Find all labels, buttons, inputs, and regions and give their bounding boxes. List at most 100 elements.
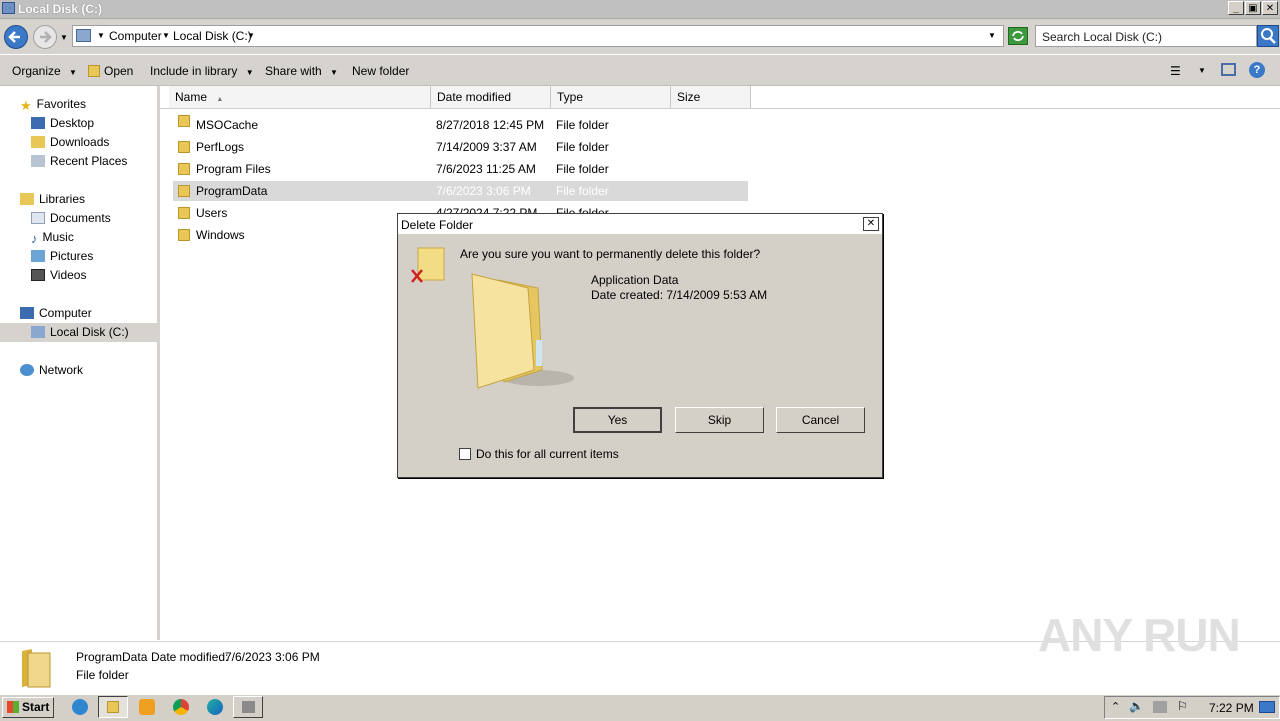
start-label: Start (22, 700, 50, 714)
folder-icon (178, 185, 190, 197)
cancel-button[interactable]: Cancel (776, 407, 865, 433)
nav-recent-places-label: Recent Places (50, 154, 128, 168)
close-button[interactable]: ✕ (1262, 1, 1278, 15)
forward-arrow-icon (40, 31, 52, 43)
column-size[interactable]: Size (671, 86, 751, 108)
column-header-row: Name ▲ Date modified Type Size (160, 86, 1280, 109)
nav-documents-label: Documents (50, 211, 111, 225)
organize-label: Organize (12, 64, 61, 78)
file-row[interactable]: MSOCache 8/27/2018 12:45 PM File folder (173, 115, 748, 135)
nav-libraries[interactable]: Libraries (20, 192, 85, 206)
nav-local-disk-label: Local Disk (C:) (50, 325, 129, 339)
breadcrumb-computer[interactable]: Computer (109, 29, 162, 43)
file-name: Users (196, 206, 228, 220)
chrome-icon[interactable] (173, 699, 189, 715)
include-in-library-menu[interactable]: Include in library ▼ (150, 64, 254, 78)
column-name[interactable]: Name ▲ (169, 86, 431, 108)
nav-pictures[interactable]: Pictures (31, 249, 93, 263)
address-bar[interactable]: ▼ Computer ▼ Local Disk (C:) ▼ ▼ (72, 25, 1004, 47)
nav-desktop-label: Desktop (50, 116, 95, 130)
dialog-close-button[interactable]: ✕ (863, 217, 879, 231)
nav-videos-label: Videos (50, 268, 87, 282)
refresh-button[interactable] (1008, 27, 1028, 45)
details-date-label: Date modified: (151, 650, 229, 664)
volume-icon[interactable]: 🔈 (1129, 699, 1144, 713)
search-button[interactable] (1257, 25, 1279, 47)
recent-pages-chevron-icon[interactable]: ▼ (60, 33, 68, 42)
column-type[interactable]: Type (551, 86, 671, 108)
view-options-icon[interactable]: ☰ (1170, 64, 1181, 78)
breadcrumb-chevron-icon[interactable]: ▼ (97, 31, 105, 40)
yes-button[interactable]: Yes (573, 407, 662, 433)
open-button[interactable]: Open (88, 64, 133, 78)
command-bar: Organize ▼ Open Include in library ▼ Sha… (0, 55, 1280, 86)
file-type: File folder (556, 140, 609, 154)
watermark-logo: ANY RUN (1038, 609, 1241, 661)
nav-documents[interactable]: Documents (31, 211, 111, 225)
open-folder-icon (88, 65, 100, 77)
windows-logo-icon (7, 701, 19, 713)
clock[interactable]: 7:22 PM (1209, 701, 1254, 715)
navigation-pane: ★ Favorites Desktop Downloads Recent Plac… (0, 86, 160, 640)
edge-icon[interactable] (207, 699, 223, 715)
file-row[interactable]: PerfLogs 7/14/2009 3:37 AM File folder (173, 137, 748, 157)
breadcrumb-chevron-icon[interactable]: ▼ (247, 31, 255, 40)
file-date: 7/6/2023 11:25 AM (436, 162, 536, 176)
desktop-icon (31, 117, 45, 129)
file-row[interactable]: Program Files 7/6/2023 11:25 AM File fol… (173, 159, 748, 179)
explorer-taskbar-button[interactable] (98, 696, 128, 718)
printer-icon (242, 701, 255, 713)
help-icon[interactable]: ? (1249, 62, 1265, 78)
app-taskbar-button[interactable] (233, 696, 263, 718)
address-history-chevron-icon[interactable]: ▼ (988, 31, 996, 40)
view-chevron-icon[interactable]: ▼ (1198, 66, 1206, 75)
file-name: Windows (196, 228, 245, 242)
organize-menu[interactable]: Organize ▼ (12, 64, 77, 78)
file-date: 8/27/2018 12:45 PM (436, 118, 545, 132)
videos-icon (31, 269, 45, 281)
window-title-bar: Local Disk (C:) _ ▣ ✕ (0, 0, 1280, 19)
forward-button[interactable] (33, 25, 57, 49)
preview-pane-icon[interactable] (1221, 63, 1236, 76)
breadcrumb-chevron-icon[interactable]: ▼ (162, 31, 170, 40)
breadcrumb-local-disk[interactable]: Local Disk (C:) (173, 29, 252, 43)
nav-recent-places[interactable]: Recent Places (31, 154, 127, 168)
folder-preview-icon (471, 273, 574, 389)
file-row-selected[interactable]: ProgramData 7/6/2023 3:06 PM File folder (173, 181, 748, 201)
nav-music-label: Music (42, 230, 74, 244)
folder-icon (178, 141, 190, 153)
show-desktop-icon[interactable] (1259, 701, 1275, 713)
internet-explorer-icon[interactable] (72, 699, 88, 715)
skip-button[interactable]: Skip (675, 407, 764, 433)
nav-favorites[interactable]: ★ Favorites (20, 97, 86, 113)
back-arrow-icon (8, 31, 20, 43)
nav-music[interactable]: ♪ Music (31, 230, 74, 246)
nav-desktop[interactable]: Desktop (31, 116, 94, 130)
search-input[interactable]: Search Local Disk (C:) (1035, 25, 1257, 47)
network-tray-icon[interactable] (1153, 701, 1167, 713)
nav-computer[interactable]: Computer (20, 306, 92, 320)
column-date-modified[interactable]: Date modified (431, 86, 551, 108)
maximize-button[interactable]: ▣ (1245, 1, 1261, 15)
do-for-all-checkbox[interactable] (459, 448, 471, 460)
action-center-flag-icon[interactable]: ⚐ (1177, 699, 1188, 713)
media-player-icon[interactable] (139, 699, 155, 715)
chevron-down-icon: ▼ (245, 68, 254, 77)
nav-videos[interactable]: Videos (31, 268, 86, 282)
back-button[interactable] (4, 25, 28, 49)
delete-folder-dialog: Delete Folder ✕ Are you sure you want to… (397, 213, 883, 478)
computer-icon (2, 2, 15, 14)
show-hidden-icons-icon[interactable]: ⌃ (1111, 700, 1120, 713)
start-button[interactable]: Start (2, 697, 54, 718)
chevron-down-icon: ▼ (69, 68, 77, 77)
minimize-button[interactable]: _ (1228, 1, 1244, 15)
share-with-menu[interactable]: Share with ▼ (265, 64, 338, 78)
nav-local-disk[interactable]: Local Disk (C:) (31, 325, 129, 339)
nav-downloads[interactable]: Downloads (31, 135, 109, 149)
taskbar: Start ⌃ 🔈 ⚐ 7:22 PM (0, 694, 1280, 721)
drive-icon (76, 29, 91, 42)
nav-network[interactable]: Network (20, 363, 83, 377)
address-row: ▼ ▼ Computer ▼ Local Disk (C:) ▼ ▼ Searc… (0, 19, 1280, 54)
new-folder-button[interactable]: New folder (352, 64, 409, 78)
dialog-title-bar: Delete Folder ✕ (398, 214, 882, 234)
